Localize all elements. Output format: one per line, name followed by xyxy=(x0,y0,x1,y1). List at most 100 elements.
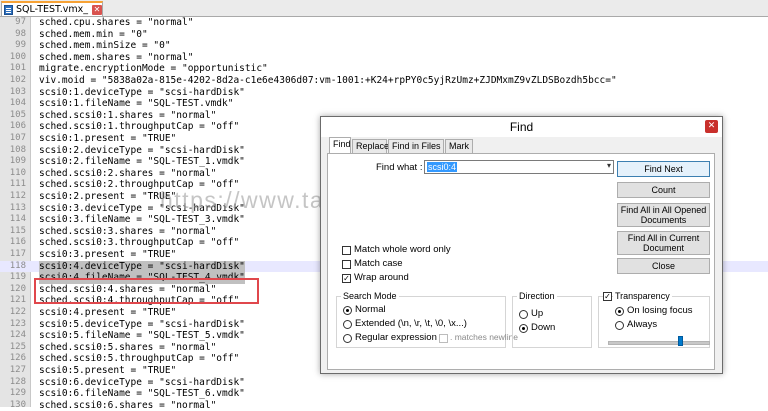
match-case-checkbox[interactable] xyxy=(342,260,351,269)
line-text: sched.cpu.shares = "normal" xyxy=(39,17,194,28)
line-text: sched.mem.minSize = "0" xyxy=(39,40,171,52)
extended-radio[interactable] xyxy=(343,320,352,329)
line-number: 106 xyxy=(9,121,26,132)
line-text: sched.scsi0:6.shares = "normal" xyxy=(39,399,217,411)
tab-mark[interactable]: Mark xyxy=(445,139,473,153)
line-number: 101 xyxy=(9,63,26,74)
line-number: 127 xyxy=(9,365,26,375)
code-line[interactable]: 130 sched.scsi0:6.shares = "normal" xyxy=(0,400,768,411)
normal-radio[interactable] xyxy=(343,306,352,315)
find-next-button[interactable]: Find Next xyxy=(617,161,710,177)
line-text: scsi0:5.fileName = "SQL-TEST_5.vmdk" xyxy=(39,330,245,342)
line-number: 114 xyxy=(9,214,26,225)
dialog-title: Find xyxy=(509,120,534,134)
direction-label: Direction xyxy=(517,291,557,301)
line-text: sched.scsi0:5.shares = "normal" xyxy=(39,341,217,353)
matches-newline-checkbox[interactable] xyxy=(439,334,448,343)
dialog-titlebar[interactable]: Find ✕ xyxy=(321,117,722,137)
close-icon[interactable]: ✕ xyxy=(91,4,102,15)
transparency-checkbox[interactable]: ✓ xyxy=(603,292,612,301)
chevron-down-icon[interactable]: ▾ xyxy=(607,161,611,170)
find-what-label: Find what : xyxy=(376,162,423,173)
line-number: 105 xyxy=(9,109,26,120)
match-whole-word-checkbox[interactable] xyxy=(342,246,351,255)
close-button[interactable]: Close xyxy=(617,258,710,274)
line-number: 103 xyxy=(9,86,26,97)
transparency-group: ✓ Transparency On losing focus Always xyxy=(598,291,710,348)
line-number: 130 xyxy=(9,399,26,410)
line-text: scsi0:3.fileName = "SQL-TEST_3.vmdk" xyxy=(39,214,245,226)
line-number: 113 xyxy=(9,202,26,213)
line-number: 100 xyxy=(9,51,26,62)
always-radio[interactable] xyxy=(615,321,624,330)
line-number: 118 xyxy=(9,260,26,271)
code-line[interactable]: 129 scsi0:6.fileName = "SQL-TEST_6.vmdk" xyxy=(0,388,768,400)
line-text: scsi0:4.deviceType = "scsi-hardDisk" xyxy=(39,260,245,273)
up-radio[interactable] xyxy=(519,310,528,319)
code-line[interactable]: 99 sched.mem.minSize = "0" xyxy=(0,40,768,52)
search-mode-label: Search Mode xyxy=(341,291,399,301)
find-all-opened-button[interactable]: Find All in All Opened Documents xyxy=(617,203,710,227)
line-text: scsi0:6.deviceType = "scsi-hardDisk" xyxy=(39,376,245,388)
code-line[interactable]: 103 scsi0:1.deviceType = "scsi-hardDisk" xyxy=(0,87,768,99)
line-number: 116 xyxy=(9,237,26,248)
down-label: Down xyxy=(531,322,556,333)
line-number: 125 xyxy=(9,341,26,352)
find-panel: Find what : scsi0:4 ▾ Find Next Count Fi… xyxy=(327,153,715,370)
down-radio[interactable] xyxy=(519,324,528,333)
dialog-close-icon[interactable]: ✕ xyxy=(705,120,718,133)
find-what-input[interactable]: scsi0:4 ▾ xyxy=(424,160,614,174)
wrap-around-checkbox[interactable]: ✓ xyxy=(342,274,351,283)
line-number: 108 xyxy=(9,144,26,155)
line-text: scsi0:5.present = "TRUE" xyxy=(39,365,177,376)
transparency-slider-track[interactable] xyxy=(608,341,710,345)
line-number: 109 xyxy=(9,156,26,167)
tab-find[interactable]: Find xyxy=(329,137,351,154)
line-text: scsi0:1.fileName = "SQL-TEST.vmdk" xyxy=(39,98,234,110)
up-label: Up xyxy=(531,308,544,319)
line-number: 98 xyxy=(15,28,26,39)
line-number: 115 xyxy=(9,225,26,236)
code-line[interactable]: 104 scsi0:1.fileName = "SQL-TEST.vmdk" xyxy=(0,98,768,110)
tab-replace[interactable]: Replace xyxy=(352,139,389,153)
line-number: 122 xyxy=(9,307,26,317)
line-number: 126 xyxy=(9,353,26,364)
code-line[interactable]: 100 sched.mem.shares = "normal" xyxy=(0,52,768,64)
normal-label: Normal xyxy=(355,304,386,315)
match-whole-word-label: Match whole word only xyxy=(354,244,451,255)
code-line[interactable]: 97 sched.cpu.shares = "normal" xyxy=(0,17,768,29)
on-losing-focus-radio[interactable] xyxy=(615,307,624,316)
line-text: sched.scsi0:1.throughputCap = "off" xyxy=(39,121,240,133)
tab-sql-test-vmx[interactable]: SQL-TEST.vmx_ ✕ xyxy=(1,1,103,16)
regex-label: Regular expression xyxy=(355,332,437,343)
line-text: viv.moid = "5838a02a-815e-4202-8d2a-c1e6… xyxy=(39,75,617,86)
line-text: sched.scsi0:3.shares = "normal" xyxy=(39,225,217,237)
line-text: sched.mem.shares = "normal" xyxy=(39,51,194,63)
line-text: scsi0:2.fileName = "SQL-TEST_1.vmdk" xyxy=(39,156,245,168)
line-number: 124 xyxy=(9,330,26,341)
match-case-label: Match case xyxy=(354,258,403,269)
transparency-slider-thumb[interactable] xyxy=(678,336,683,346)
regex-radio[interactable] xyxy=(343,334,352,343)
always-label: Always xyxy=(627,319,658,330)
tab-title: SQL-TEST.vmx_ xyxy=(16,4,88,15)
line-text: scsi0:6.fileName = "SQL-TEST_6.vmdk" xyxy=(39,388,245,400)
code-line[interactable]: 98 sched.mem.min = "0" xyxy=(0,29,768,41)
transparency-label: Transparency xyxy=(613,291,672,301)
search-mode-group: Search Mode Normal Extended (\n, \r, \t,… xyxy=(336,291,518,348)
code-line[interactable]: 128 scsi0:6.deviceType = "scsi-hardDisk" xyxy=(0,377,768,389)
line-number: 128 xyxy=(9,376,26,387)
direction-group: Direction Up Down xyxy=(512,291,592,348)
line-text: scsi0:1.present = "TRUE" xyxy=(39,133,177,144)
count-button[interactable]: Count xyxy=(617,182,710,198)
line-number: 99 xyxy=(15,40,26,51)
find-all-current-button[interactable]: Find All in Current Document xyxy=(617,231,710,255)
line-text: sched.mem.min = "0" xyxy=(39,28,148,40)
tab-find-in-files[interactable]: Find in Files xyxy=(388,139,444,153)
code-line[interactable]: 102 viv.moid = "5838a02a-815e-4202-8d2a-c… xyxy=(0,75,768,87)
code-line[interactable]: 101 migrate.encryptionMode = "opportunist… xyxy=(0,63,768,75)
line-number: 97 xyxy=(15,17,26,27)
line-text: scsi0:3.present = "TRUE" xyxy=(39,249,177,260)
line-number: 111 xyxy=(9,179,26,190)
line-text: sched.scsi0:5.throughputCap = "off" xyxy=(39,353,240,365)
